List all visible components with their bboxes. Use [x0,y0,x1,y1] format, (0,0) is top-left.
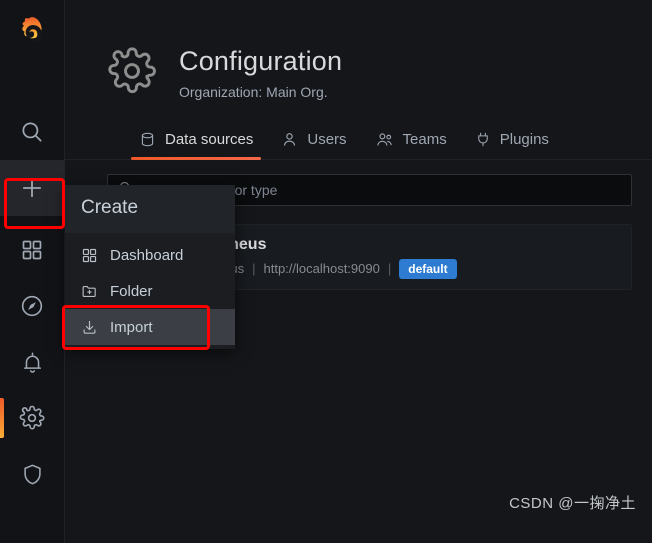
tab-label: Teams [402,130,447,148]
gear-icon [19,405,45,430]
grafana-logo-button[interactable] [0,0,65,66]
sidebar-item-dashboards[interactable] [0,222,65,278]
tab-plugins[interactable]: Plugins [461,119,563,159]
page-header-text: Configuration Organization: Main Org. [179,46,342,99]
search-icon [22,122,42,142]
sidebar-item-server-admin[interactable] [0,446,65,502]
create-item-dashboard[interactable]: Dashboard [65,237,235,273]
datasource-url: http://localhost:9090 [263,261,380,276]
page-title: Configuration [179,46,343,77]
configuration-gear-icon [107,46,157,101]
tab-users[interactable]: Users [267,119,360,159]
create-item-import[interactable]: Import [65,309,235,345]
create-menu-title: Create [65,185,235,233]
create-dropdown-menu: Create Dashboard Folder Import [65,185,235,349]
dashboard-icon [81,247,98,264]
users-icon [375,131,394,148]
status-badge: default [399,258,457,279]
tab-label: Users [307,130,347,148]
grafana-configuration-page: Configuration Organization: Main Org. Da… [0,0,652,543]
sidebar-item-configuration[interactable] [0,390,65,446]
plus-icon [22,178,42,198]
sidebar-item-alerting[interactable] [0,334,65,390]
create-item-folder[interactable]: Folder [65,273,235,309]
sidebar-item-create[interactable] [0,160,65,216]
shield-icon [23,464,41,484]
import-icon [81,319,98,336]
page-subtitle: Organization: Main Org. [179,83,328,100]
meta-separator: | [252,261,256,276]
folder-plus-icon [81,283,98,300]
watermark: CSDN @一掬净土 [509,495,636,512]
grafana-logo [22,17,43,43]
create-item-label: Dashboard [110,246,184,264]
sidebar-item-explore[interactable] [0,278,65,334]
create-item-label: Folder [110,282,153,300]
sidebar-item-search[interactable] [0,104,65,160]
tab-label: Plugins [499,130,549,148]
tab-bar: Data sources Users Teams Plugins [65,120,652,160]
page-header: Configuration Organization: Main Org. [65,0,652,120]
database-icon [139,131,156,148]
main-sidebar [0,0,65,543]
grid-icon [22,240,42,260]
tab-label: Data sources [165,130,254,148]
user-icon [281,131,298,148]
bell-icon [23,352,41,373]
compass-icon [21,295,43,317]
tab-teams[interactable]: Teams [361,119,461,159]
create-item-label: Import [110,318,153,336]
plug-icon [475,131,491,148]
tab-data-sources[interactable]: Data sources [125,119,267,160]
meta-separator: | [387,261,392,276]
create-menu-items: Dashboard Folder Import [65,233,235,349]
